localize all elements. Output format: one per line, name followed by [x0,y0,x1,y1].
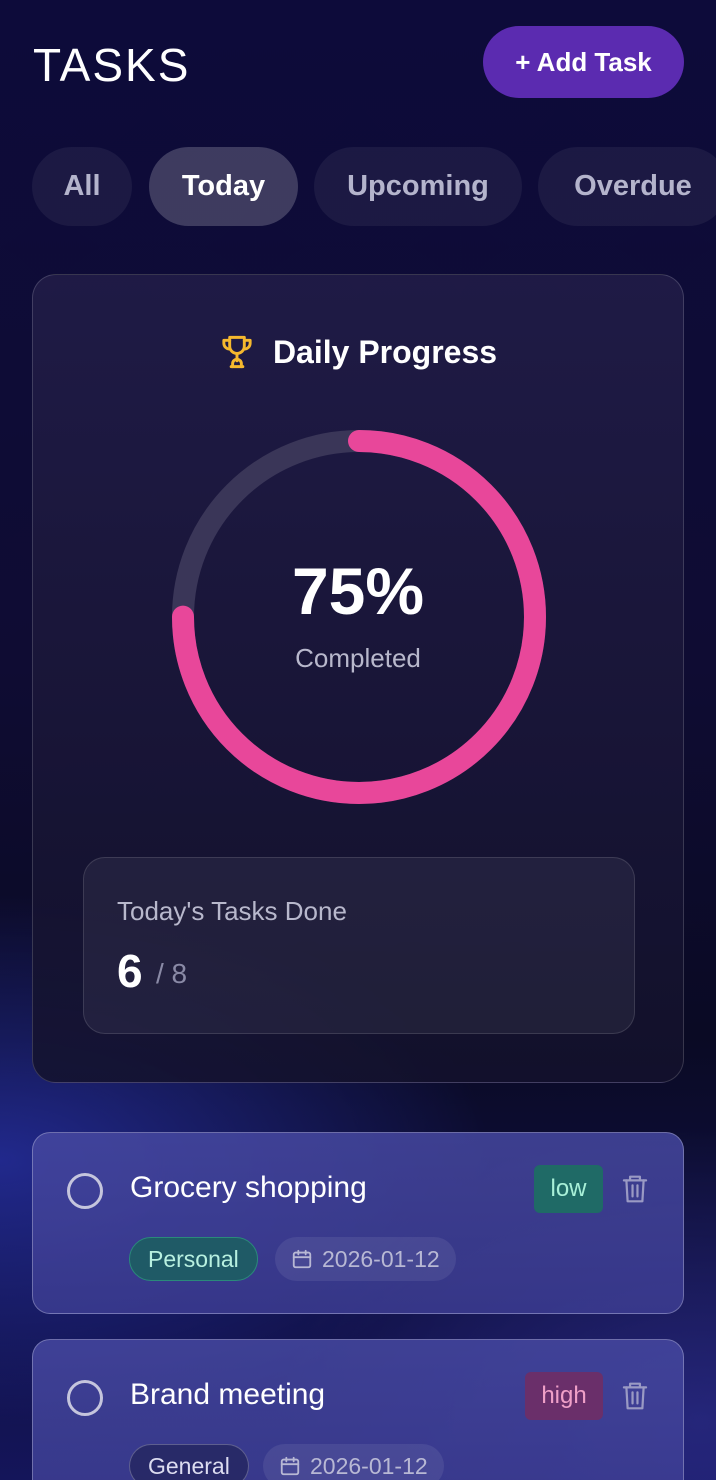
trash-icon[interactable] [620,1380,650,1412]
tasks-done-count: 6 [117,945,143,997]
due-date-chip: 2026-01-12 [275,1237,456,1281]
progress-percent: 75% [291,554,425,628]
due-date-chip: 2026-01-12 [263,1444,444,1480]
task-title: Brand meeting [130,1378,326,1411]
trash-icon[interactable] [620,1173,650,1205]
progress-header: Daily Progress [33,333,683,371]
category-chip: General [129,1444,249,1480]
trophy-icon [222,335,252,369]
calendar-icon [292,1249,312,1269]
priority-badge: low [534,1165,603,1213]
tab-overdue[interactable]: Overdue [538,147,716,226]
calendar-icon [280,1456,300,1476]
tasks-done-summary: Today's Tasks Done 6 / 8 [83,857,635,1034]
daily-progress-card: Daily Progress 75% Completed Today's Tas… [32,274,684,1083]
tab-upcoming[interactable]: Upcoming [314,147,522,226]
tab-all[interactable]: All [32,147,132,226]
progress-title: Daily Progress [272,333,498,370]
tab-today[interactable]: Today [149,147,298,226]
task-card[interactable]: Brand meeting high General 2026-01-12 [32,1339,684,1480]
tasks-done-label: Today's Tasks Done [117,896,347,926]
filter-tabs: All Today Upcoming Overdue [32,147,716,226]
progress-caption: Completed [295,643,421,673]
category-chip: Personal [129,1237,258,1281]
add-task-button[interactable]: + Add Task [483,26,684,98]
task-checkbox[interactable] [67,1173,103,1209]
priority-badge: high [525,1372,603,1420]
tasks-done-total: / 8 [156,958,188,989]
task-checkbox[interactable] [67,1380,103,1416]
header: TASKS + Add Task [33,26,684,100]
task-title: Grocery shopping [130,1171,367,1204]
due-date: 2026-01-12 [322,1245,440,1272]
task-card[interactable]: Grocery shopping low Personal 2026-01-12 [32,1132,684,1314]
page-title: TASKS [33,39,191,91]
due-date: 2026-01-12 [310,1452,428,1479]
